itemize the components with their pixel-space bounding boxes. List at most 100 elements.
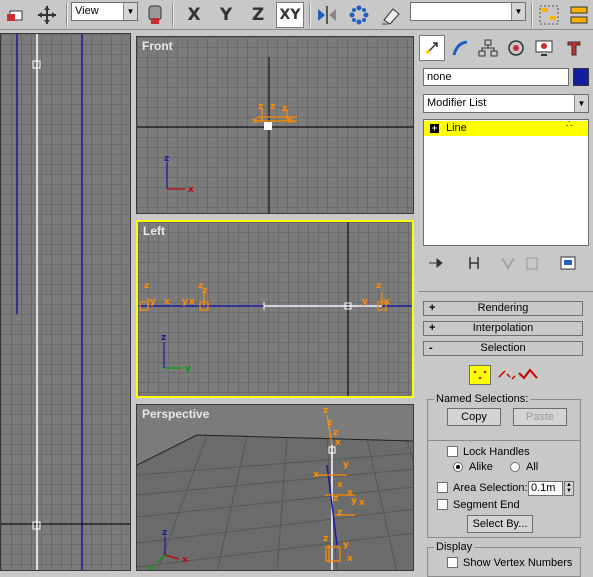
svg-text:x: x <box>313 470 319 480</box>
left-viewport[interactable]: Left zyx zzyx zyx z y <box>136 220 414 398</box>
configure-modifier-sets-icon[interactable] <box>559 255 577 271</box>
svg-text:z: z <box>144 281 149 291</box>
curve-editor-icon[interactable] <box>536 2 562 28</box>
alike-label: Alike <box>469 461 493 473</box>
vertex-level-button[interactable] <box>469 365 491 385</box>
object-color-swatch[interactable] <box>573 68 589 86</box>
svg-text:y: y <box>185 364 191 374</box>
lock-handles-checkbox[interactable] <box>447 446 458 457</box>
utilities-tab-icon[interactable] <box>561 35 587 61</box>
paste-button[interactable]: Paste <box>513 408 567 426</box>
svg-text:z: z <box>282 104 287 114</box>
show-vertex-numbers-label: Show Vertex Numbers <box>463 557 573 569</box>
area-selection-checkbox[interactable] <box>437 482 448 493</box>
schematic-view-icon[interactable] <box>566 2 592 28</box>
svg-text:z: z <box>323 534 328 544</box>
select-by-button[interactable]: Select By... <box>467 515 533 533</box>
front-viewport[interactable]: Front zzz xx z x <box>136 36 414 214</box>
alike-radio[interactable] <box>453 462 463 472</box>
restrict-y-button[interactable]: Y <box>213 2 239 28</box>
motion-tab-icon[interactable] <box>503 35 529 61</box>
chevron-down-icon: ▼ <box>574 95 588 112</box>
svg-text:z: z <box>376 281 381 291</box>
svg-text:y: y <box>343 460 349 470</box>
command-panel: none Modifier List ▼ + Line ∴ + Rendering… <box>417 33 593 577</box>
svg-text:x: x <box>287 116 293 126</box>
chevron-down-icon: ▼ <box>123 3 137 20</box>
modify-tab-icon[interactable] <box>447 35 473 61</box>
restrict-z-button[interactable]: Z <box>245 2 271 28</box>
svg-text:x: x <box>347 554 353 564</box>
stack-item-line[interactable]: + Line ∴ <box>424 119 588 136</box>
svg-text:z: z <box>202 286 207 296</box>
svg-text:x: x <box>252 116 258 126</box>
svg-text:z: z <box>333 428 338 438</box>
svg-text:x: x <box>384 297 390 307</box>
create-tab-icon[interactable] <box>419 35 445 61</box>
all-label: All <box>526 461 539 473</box>
perspective-viewport[interactable]: zzzx xyxx yxzz zyx z x y Perspective <box>136 404 414 571</box>
eraser-icon[interactable] <box>378 2 404 28</box>
svg-text:z: z <box>333 494 338 504</box>
svg-text:x: x <box>182 555 188 565</box>
svg-text:z: z <box>337 508 342 518</box>
restrict-x-button[interactable]: X <box>181 2 207 28</box>
chevron-down-icon: ▼ <box>511 3 525 20</box>
svg-text:z: z <box>162 528 167 538</box>
svg-text:y: y <box>362 297 368 307</box>
selection-rollout[interactable]: - Selection <box>423 341 583 356</box>
remove-modifier-icon[interactable] <box>523 255 541 271</box>
svg-text:z: z <box>323 406 328 416</box>
interpolation-rollout[interactable]: + Interpolation <box>423 321 583 336</box>
svg-text:x: x <box>337 480 343 490</box>
make-unique-icon[interactable] <box>499 255 517 271</box>
area-selection-spinner[interactable]: ▲ ▼ <box>564 481 574 496</box>
show-vertex-numbers-checkbox[interactable] <box>447 557 458 568</box>
segment-end-label: Segment End <box>453 499 520 511</box>
segment-level-icon[interactable] <box>497 365 517 385</box>
svg-text:y: y <box>149 564 155 571</box>
svg-text:x: x <box>164 297 170 307</box>
pin-stack-icon[interactable] <box>427 255 445 271</box>
select-move-icon[interactable] <box>34 2 60 28</box>
svg-text:y: y <box>182 297 188 307</box>
pivot-center-icon[interactable] <box>142 2 168 28</box>
modifier-stack[interactable]: + Line ∴ <box>423 119 589 246</box>
hierarchy-tab-icon[interactable] <box>475 35 501 61</box>
object-name-field[interactable]: none <box>423 68 569 86</box>
svg-text:y: y <box>150 297 156 307</box>
vertex-dots-icon: ∴ <box>566 119 573 130</box>
viewport-label[interactable]: Perspective <box>142 407 209 421</box>
reference-coordinate-dropdown[interactable]: View ▼ <box>71 2 138 21</box>
svg-text:x: x <box>189 297 195 307</box>
svg-text:z: z <box>164 154 169 164</box>
restrict-xy-button[interactable]: XY <box>276 2 304 28</box>
rendering-rollout[interactable]: + Rendering <box>423 301 583 316</box>
svg-text:z: z <box>258 102 263 112</box>
array-icon[interactable] <box>346 2 372 28</box>
main-toolbar: View ▼ X Y Z XY ▼ <box>0 0 593 30</box>
modifier-list-dropdown[interactable]: Modifier List ▼ <box>423 94 589 113</box>
area-selection-label: Area Selection: <box>453 482 528 494</box>
show-end-result-icon[interactable] <box>465 255 483 271</box>
select-region-icon[interactable] <box>2 2 28 28</box>
svg-text:x: x <box>359 498 365 508</box>
svg-text:y: y <box>351 496 357 506</box>
svg-text:x: x <box>188 185 194 195</box>
copy-button[interactable]: Copy <box>447 408 501 426</box>
svg-text:y: y <box>343 540 349 550</box>
svg-text:z: z <box>161 333 166 343</box>
area-selection-field[interactable]: 0.1m <box>528 481 563 496</box>
top-viewport[interactable] <box>0 33 131 571</box>
mirror-icon[interactable] <box>314 2 340 28</box>
spline-level-icon[interactable] <box>517 365 539 385</box>
display-tab-icon[interactable] <box>531 35 557 61</box>
all-radio[interactable] <box>510 462 520 472</box>
named-selection-dropdown[interactable]: ▼ <box>410 2 526 21</box>
lock-handles-label: Lock Handles <box>463 446 530 458</box>
svg-text:z: z <box>270 102 275 112</box>
svg-text:x: x <box>335 438 341 448</box>
segment-end-checkbox[interactable] <box>437 499 448 510</box>
expand-icon[interactable]: + <box>430 124 439 133</box>
svg-text:z: z <box>327 418 332 428</box>
